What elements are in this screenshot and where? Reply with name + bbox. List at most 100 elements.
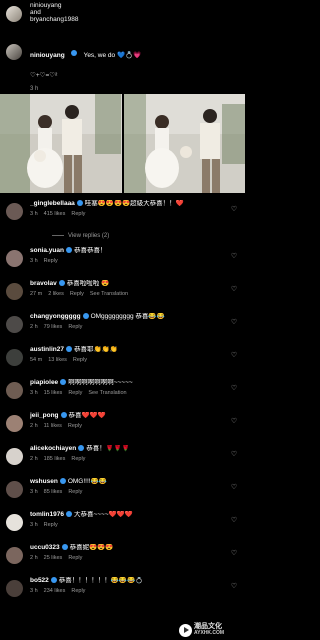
like-heart-icon[interactable]: ♡	[230, 418, 238, 426]
comment-item: bravolav 恭喜啦啦啦 😍 27 m 2 likes Reply See Tran…	[0, 280, 245, 313]
like-heart-icon[interactable]: ♡	[230, 451, 238, 459]
comment-time: 2 h	[30, 324, 38, 330]
comment-text: 恭喜妮😍😍😍	[69, 544, 114, 551]
verified-badge-icon	[78, 445, 85, 452]
comment-likes[interactable]: 2 likes	[48, 291, 64, 297]
reply-button[interactable]: Reply	[68, 489, 82, 495]
comment-username[interactable]: bo522	[30, 577, 49, 584]
like-heart-icon[interactable]: ♡	[230, 550, 238, 558]
reply-button[interactable]: Reply	[44, 522, 58, 528]
watermark-text: 潮品文化 AYXHK.COM	[194, 623, 224, 637]
play-logo-icon	[179, 623, 192, 637]
comment-username[interactable]: bravolav	[30, 280, 57, 287]
comment-likes[interactable]: 85 likes	[44, 489, 63, 495]
comment-avatar[interactable]	[6, 514, 23, 531]
post-photo-2[interactable]	[123, 94, 245, 193]
comment-item: jeii_pong 恭喜❤️❤️❤️ 2 h 11 likes Reply ♡	[0, 412, 245, 445]
verified-badge-icon	[60, 379, 67, 386]
comment-item: bo522 恭喜！！！！！！😂😂😂💍 3 h 234 likes Reply ♡	[0, 577, 245, 610]
reply-button[interactable]: Reply	[68, 324, 82, 330]
reply-button[interactable]: Reply	[70, 291, 84, 297]
verified-badge-icon	[65, 247, 72, 254]
comment-username[interactable]: _ginglebellaaa	[30, 200, 75, 207]
see-translation-link[interactable]: See Translation	[90, 291, 128, 297]
like-heart-icon[interactable]: ♡	[230, 484, 238, 492]
comment-avatar[interactable]	[6, 250, 23, 267]
post-photos[interactable]	[0, 94, 245, 193]
comment-item: austinlin27 恭喜耶👏👏👏 54 m 13 likes Reply ♡	[0, 346, 245, 379]
comment-avatar[interactable]	[6, 203, 23, 220]
comment-username[interactable]: jeii_pong	[30, 412, 59, 419]
header-avatar[interactable]	[6, 6, 22, 22]
reply-button[interactable]: Reply	[71, 211, 85, 217]
caption-username[interactable]: niniouyang	[30, 52, 65, 59]
post-photo-1[interactable]	[0, 94, 122, 193]
verified-badge-icon	[65, 511, 72, 518]
comment-likes[interactable]: 185 likes	[44, 456, 66, 462]
comment-username[interactable]: alicekochiayen	[30, 445, 76, 452]
comment-likes[interactable]: 13 likes	[48, 357, 67, 363]
view-replies-label[interactable]: View replies (2)	[68, 233, 109, 239]
post-header: niniouyang and bryanchang1988	[0, 0, 245, 40]
verified-badge-icon	[71, 49, 78, 56]
comment-likes[interactable]: 25 likes	[44, 555, 63, 561]
header-username-2[interactable]: bryanchang1988	[30, 16, 239, 23]
comment-text: OMggggggggg 恭喜😂😂	[90, 313, 165, 320]
reply-button[interactable]: Reply	[44, 258, 58, 264]
comment-likes[interactable]: 415 likes	[44, 211, 66, 217]
comment-item: wshusen OMG!!!!😂😂 3 h 85 likes Reply ♡	[0, 478, 245, 511]
caption-emoji-line: ♡+♡=♡²	[30, 72, 58, 79]
reply-button[interactable]: Reply	[68, 390, 82, 396]
header-username-1[interactable]: niniouyang	[30, 2, 239, 9]
comment-text: 恭喜恭喜！	[73, 247, 107, 254]
comment-likes[interactable]: 234 likes	[44, 588, 66, 594]
comment-likes[interactable]: 79 likes	[44, 324, 63, 330]
reply-button[interactable]: Reply	[68, 555, 82, 561]
like-heart-icon[interactable]: ♡	[230, 206, 238, 214]
like-heart-icon[interactable]: ♡	[230, 253, 238, 261]
comment-username[interactable]: uccu0323	[30, 544, 60, 551]
like-heart-icon[interactable]: ♡	[230, 286, 238, 294]
caption-avatar[interactable]	[6, 44, 22, 60]
like-heart-icon[interactable]: ♡	[230, 352, 238, 360]
comment-item: _ginglebellaaa 哇塞😍😍😍😍超級大恭喜！！❤️ 3 h 415 lik…	[0, 200, 245, 233]
comment-avatar[interactable]	[6, 382, 23, 399]
comment-time: 2 h	[30, 555, 38, 561]
comment-text: 哇塞😍😍😍😍超級大恭喜！！❤️	[84, 200, 184, 207]
reply-button[interactable]: Reply	[71, 588, 85, 594]
comment-text: 大恭喜~~~~❤️❤️❤️	[73, 511, 133, 518]
comment-username[interactable]: piapiolee	[30, 379, 58, 386]
comment-text: 恭喜❤️❤️❤️	[68, 412, 106, 419]
comment-username[interactable]: wshusen	[30, 478, 58, 485]
comment-avatar[interactable]	[6, 448, 23, 465]
comment-username[interactable]: changyonggggg	[30, 313, 81, 320]
comment-avatar[interactable]	[6, 415, 23, 432]
reply-button[interactable]: Reply	[71, 456, 85, 462]
view-replies[interactable]: View replies (2)	[0, 233, 245, 247]
like-heart-icon[interactable]: ♡	[230, 517, 238, 525]
comment-time: 2 h	[30, 456, 38, 462]
comment-avatar[interactable]	[6, 580, 23, 597]
caption-text: Yes, we do 💙💍💗	[83, 52, 142, 59]
comment-username[interactable]: sonia.yuan	[30, 247, 64, 254]
comment-likes[interactable]: 11 likes	[44, 423, 62, 429]
like-heart-icon[interactable]: ♡	[230, 319, 238, 327]
like-heart-icon[interactable]: ♡	[230, 583, 238, 591]
comment-avatar[interactable]	[6, 547, 23, 564]
comment-text: 恭喜！！！！！！😂😂😂💍	[58, 577, 144, 584]
comment-avatar[interactable]	[6, 349, 23, 366]
comment-avatar[interactable]	[6, 316, 23, 333]
comment-avatar[interactable]	[6, 283, 23, 300]
see-translation-link[interactable]: See Translation	[88, 390, 126, 396]
reply-button[interactable]: Reply	[68, 423, 82, 429]
comment-username[interactable]: tomlin1976	[30, 511, 64, 518]
like-heart-icon[interactable]: ♡	[230, 385, 238, 393]
caption-age: 3 h	[30, 86, 39, 92]
comment-text: OMG!!!!😂😂	[67, 478, 107, 485]
post-caption-block: niniouyang Yes, we do 💙💍💗 ♡+♡=♡² 3 h	[0, 40, 245, 94]
comment-avatar[interactable]	[6, 481, 23, 498]
verified-badge-icon	[50, 577, 57, 584]
comment-likes[interactable]: 15 likes	[44, 390, 63, 396]
reply-button[interactable]: Reply	[73, 357, 87, 363]
comment-username[interactable]: austinlin27	[30, 346, 64, 353]
